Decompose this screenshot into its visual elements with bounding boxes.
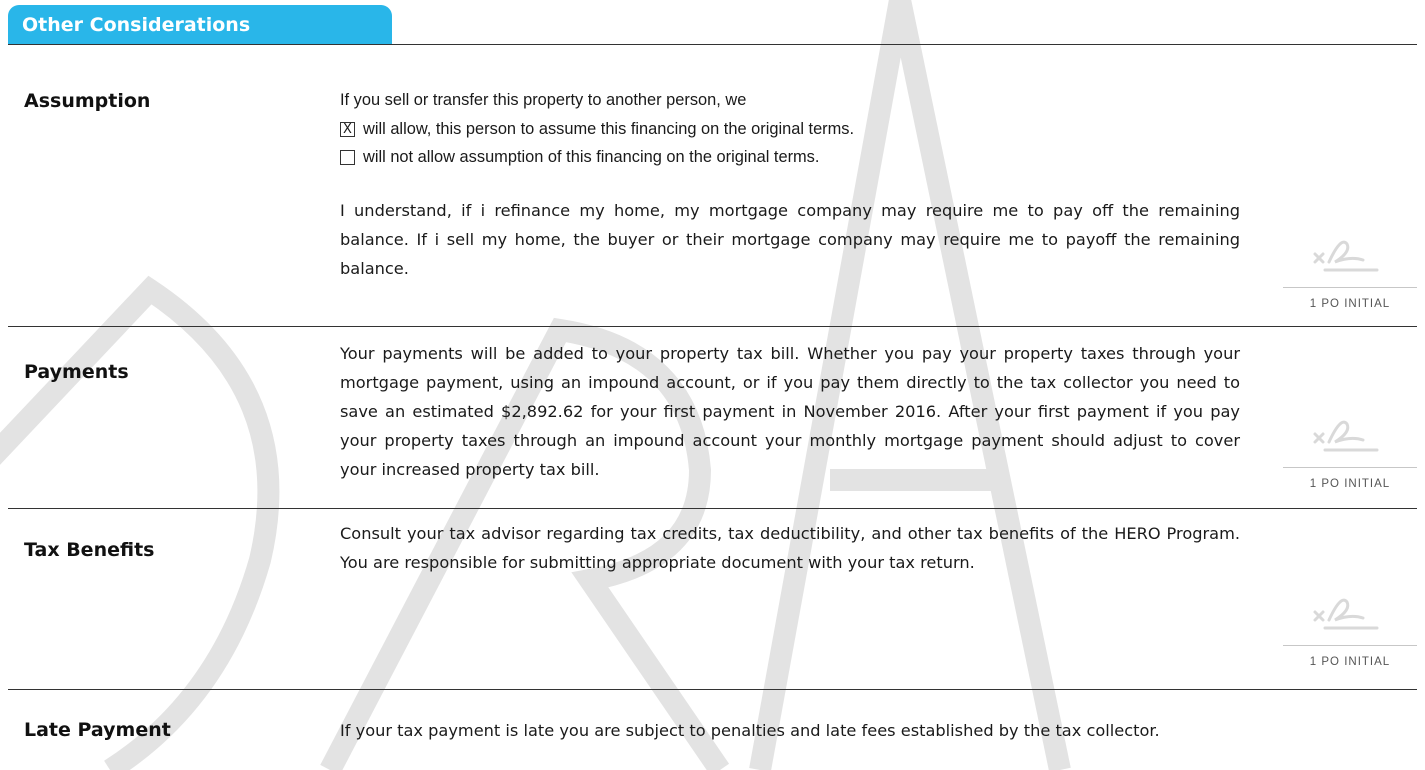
initial-caption: 1 PO INITIAL	[1309, 656, 1391, 668]
assumption-option-disallow: will not allow assumption of this financ…	[340, 143, 1240, 171]
assumption-intro: If you sell or transfer this property to…	[340, 91, 747, 109]
payments-body: Your payments will be added to your prop…	[340, 344, 1240, 479]
section-title: Other Considerations	[22, 14, 251, 36]
initial-caption: 1 PO INITIAL	[1309, 478, 1391, 490]
allow-option-text: will allow, this person to assume this f…	[363, 119, 855, 138]
initial-line	[1283, 467, 1417, 468]
assumption-option-allow: X will allow, this person to assume this…	[340, 115, 1240, 143]
payments-label: Payments	[24, 361, 129, 383]
row-rule	[8, 326, 1417, 327]
initial-line	[1283, 287, 1417, 288]
assumption-options: If you sell or transfer this property to…	[340, 86, 1240, 171]
disallow-option-text: will not allow assumption of this financ…	[363, 147, 820, 166]
signature-icon	[1313, 420, 1379, 452]
initial-line	[1283, 645, 1417, 646]
late-payment-label: Late Payment	[24, 719, 171, 741]
assumption-body: I understand, if i refinance my home, my…	[340, 201, 1240, 278]
section-header-tab: Other Considerations	[8, 5, 392, 44]
signature-icon	[1313, 598, 1379, 630]
header-rule	[8, 44, 1417, 45]
initial-caption: 1 PO INITIAL	[1309, 298, 1391, 310]
tax-benefits-body: Consult your tax advisor regarding tax c…	[340, 524, 1240, 572]
disallow-checkbox[interactable]	[340, 149, 355, 165]
row-rule	[8, 508, 1417, 509]
assumption-label: Assumption	[24, 90, 151, 112]
late-payment-body: If your tax payment is late you are subj…	[340, 721, 1160, 740]
allow-checkbox[interactable]: X	[340, 121, 355, 137]
signature-icon	[1313, 240, 1379, 272]
tax-benefits-label: Tax Benefits	[24, 539, 155, 561]
row-rule	[8, 689, 1417, 690]
